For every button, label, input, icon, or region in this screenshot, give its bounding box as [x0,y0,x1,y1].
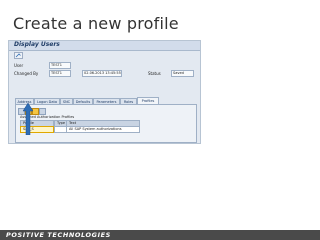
profiles-panel: Assigned Authorization Profiles Profile … [15,104,197,143]
window-title-bar: Display Users [9,41,200,51]
profile-refresh-icon[interactable] [39,108,46,115]
window-title: Display Users [14,41,60,48]
changed-date-field: 02.06.2013 13:45:55 [82,70,122,77]
blue-arrow-icon [23,103,33,135]
changed-by-field: TEST1 [49,70,71,77]
toolbar-display-icon[interactable] [14,52,23,59]
status-label: Status [148,71,161,76]
profile-filter-icon[interactable] [32,108,39,115]
user-field[interactable]: TEST1 [49,62,71,69]
user-label: User [14,63,24,68]
slide-title: Create a new profile [13,14,179,33]
footer-bar: POSITIVE TECHNOLOGIES [0,230,320,240]
changed-by-label: Changed By [14,71,39,76]
sap-window: Display Users User TEST1 Changed By TEST… [8,40,201,144]
status-field: Saved [171,70,194,77]
text-cell: All SAP System authorizations [66,126,140,133]
footer-brand: POSITIVE TECHNOLOGIES [6,231,111,239]
